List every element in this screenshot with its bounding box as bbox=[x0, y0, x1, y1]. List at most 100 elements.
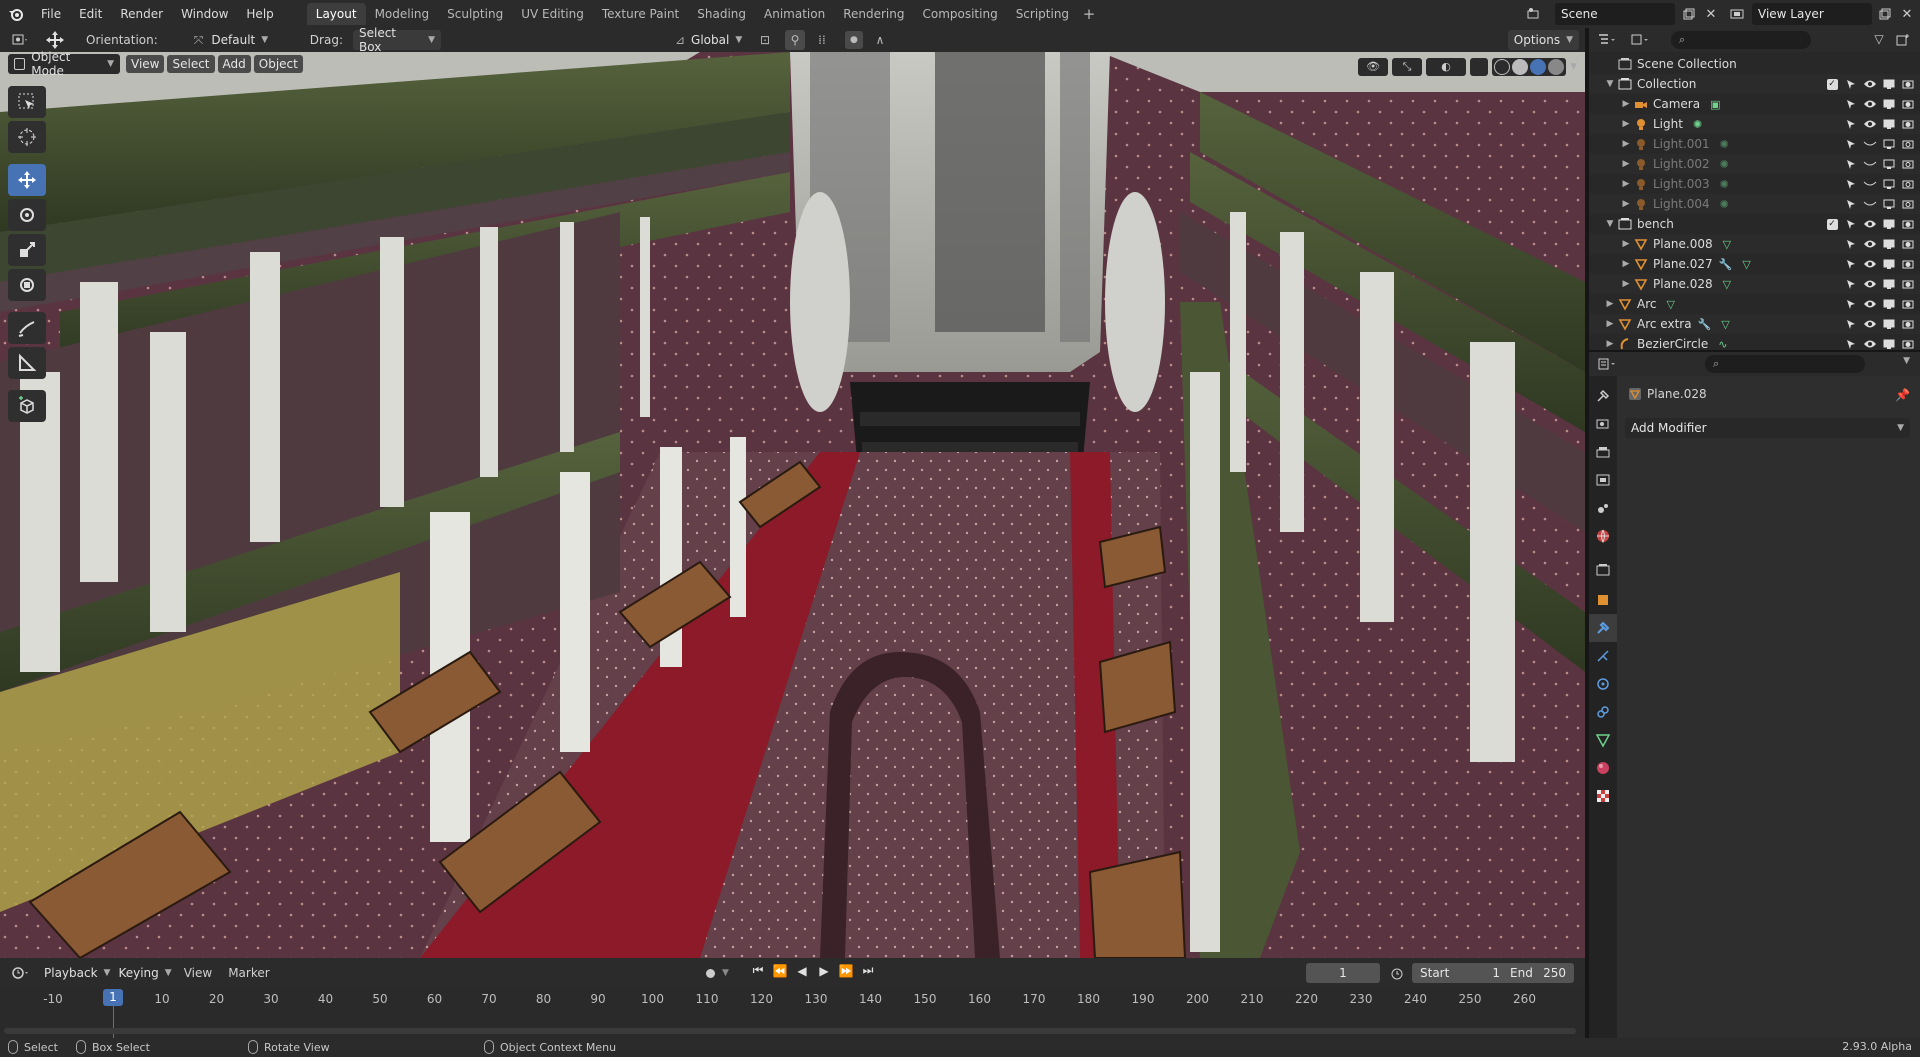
monitor-icon[interactable] bbox=[1881, 136, 1897, 152]
scene-field[interactable]: Scene bbox=[1555, 3, 1675, 25]
play-icon[interactable]: ▶ bbox=[814, 964, 834, 978]
view-layer-icon[interactable] bbox=[1726, 3, 1748, 25]
render-camera-icon[interactable] bbox=[1900, 176, 1916, 192]
light-data-icon[interactable]: ✺ bbox=[1720, 198, 1729, 211]
selectable-icon[interactable] bbox=[1843, 336, 1859, 350]
object-menu[interactable]: Object bbox=[253, 55, 303, 73]
selectable-icon[interactable] bbox=[1843, 276, 1859, 292]
eye-icon[interactable] bbox=[1862, 116, 1878, 132]
remove-view-layer-icon[interactable]: ✕ bbox=[1896, 3, 1918, 25]
monitor-icon[interactable] bbox=[1881, 176, 1897, 192]
snap-toggle-icon[interactable]: ⚲ bbox=[784, 30, 805, 50]
light-data-icon[interactable]: ✺ bbox=[1720, 138, 1729, 151]
eye-icon[interactable] bbox=[1862, 316, 1878, 332]
cursor-tool-icon[interactable] bbox=[8, 121, 46, 153]
preview-range-icon[interactable] bbox=[1388, 964, 1406, 982]
tab-layout[interactable]: Layout bbox=[306, 3, 366, 25]
outliner-row-plane-008[interactable]: ▶ Plane.008 ▽ bbox=[1589, 234, 1920, 254]
falloff-icon[interactable]: ∧ bbox=[867, 33, 893, 47]
transform-orientation-dropdown[interactable]: ⊿ Global ▼ bbox=[669, 30, 745, 50]
measure-tool-icon[interactable] bbox=[8, 347, 46, 379]
view-layer-field[interactable]: View Layer bbox=[1752, 3, 1872, 25]
selectable-icon[interactable] bbox=[1843, 96, 1859, 112]
expand-right-icon[interactable]: ▶ bbox=[1619, 259, 1633, 269]
outliner-row-arc-extra[interactable]: ▶ Arc extra 🔧 ▽ bbox=[1589, 314, 1920, 334]
world-tab-icon[interactable] bbox=[1589, 522, 1617, 550]
curve-data-icon[interactable]: ∿ bbox=[1718, 338, 1727, 351]
timeline-view-menu[interactable]: View bbox=[176, 966, 220, 980]
add-modifier-dropdown[interactable]: Add Modifier ▼ bbox=[1625, 418, 1910, 438]
end-frame-field[interactable]: End 250 bbox=[1502, 963, 1574, 983]
expand-right-icon[interactable]: ▶ bbox=[1603, 299, 1617, 309]
selectable-icon[interactable] bbox=[1843, 316, 1859, 332]
modifier-icon[interactable]: 🔧 bbox=[1719, 258, 1733, 271]
mesh-data-icon[interactable]: ▽ bbox=[1723, 278, 1731, 291]
eye-icon[interactable] bbox=[1862, 296, 1878, 312]
tab-rendering[interactable]: Rendering bbox=[834, 3, 913, 25]
render-camera-icon[interactable] bbox=[1900, 276, 1916, 292]
add-workspace-button[interactable]: + bbox=[1078, 5, 1100, 23]
outliner-row-light-002[interactable]: ▶ Light.002 ✺ bbox=[1589, 154, 1920, 174]
menu-file[interactable]: File bbox=[32, 0, 70, 28]
render-camera-icon[interactable] bbox=[1900, 76, 1916, 92]
expand-right-icon[interactable]: ▶ bbox=[1619, 139, 1633, 149]
monitor-icon[interactable] bbox=[1881, 316, 1897, 332]
monitor-icon[interactable] bbox=[1881, 116, 1897, 132]
expand-right-icon[interactable]: ▶ bbox=[1619, 159, 1633, 169]
collection-tab-icon[interactable] bbox=[1589, 556, 1617, 584]
transform-tool-icon[interactable] bbox=[8, 269, 46, 301]
expand-down-icon[interactable]: ▼ bbox=[1603, 219, 1617, 229]
light-data-icon[interactable]: ✺ bbox=[1720, 178, 1729, 191]
material-tab-icon[interactable] bbox=[1589, 754, 1617, 782]
eye-closed-icon[interactable] bbox=[1862, 196, 1878, 212]
outliner-row-arc[interactable]: ▶ Arc ▽ bbox=[1589, 294, 1920, 314]
object-tab-icon[interactable] bbox=[1589, 586, 1617, 614]
keying-menu[interactable]: Keying ▼ bbox=[114, 963, 175, 983]
playback-menu[interactable]: Playback ▼ bbox=[40, 963, 114, 983]
monitor-icon[interactable] bbox=[1881, 256, 1897, 272]
render-camera-icon[interactable] bbox=[1900, 196, 1916, 212]
render-camera-icon[interactable] bbox=[1900, 156, 1916, 172]
eye-closed-icon[interactable] bbox=[1862, 176, 1878, 192]
selectable-icon[interactable] bbox=[1843, 156, 1859, 172]
selectable-icon[interactable] bbox=[1843, 196, 1859, 212]
expand-right-icon[interactable]: ▶ bbox=[1619, 179, 1633, 189]
tab-texture-paint[interactable]: Texture Paint bbox=[593, 3, 688, 25]
menu-help[interactable]: Help bbox=[237, 0, 282, 28]
render-camera-icon[interactable] bbox=[1900, 316, 1916, 332]
physics-tab-icon[interactable] bbox=[1589, 670, 1617, 698]
chevron-down-icon[interactable]: ▼ bbox=[722, 968, 729, 978]
pivot-point-icon[interactable]: ⊡ bbox=[753, 33, 777, 47]
monitor-icon[interactable] bbox=[1881, 336, 1897, 350]
add-menu[interactable]: Add bbox=[217, 55, 251, 73]
selectable-icon[interactable] bbox=[1843, 116, 1859, 132]
selectable-icon[interactable] bbox=[1843, 76, 1859, 92]
remove-scene-icon[interactable]: ✕ bbox=[1700, 3, 1722, 25]
selectable-icon[interactable] bbox=[1843, 136, 1859, 152]
mesh-data-icon[interactable]: ▽ bbox=[1742, 258, 1750, 271]
outliner-row-collection[interactable]: ▼ Collection ✓ bbox=[1589, 74, 1920, 94]
tab-shading[interactable]: Shading bbox=[688, 3, 755, 25]
monitor-icon[interactable] bbox=[1881, 76, 1897, 92]
tab-uv-editing[interactable]: UV Editing bbox=[512, 3, 593, 25]
object-mode-dropdown[interactable]: Object Mode ▼ bbox=[8, 50, 120, 78]
timeline-editor-icon[interactable] bbox=[0, 966, 40, 980]
annotate-tool-icon[interactable] bbox=[8, 312, 46, 344]
jump-start-icon[interactable]: ⏮ bbox=[748, 963, 768, 978]
marker-menu[interactable]: Marker bbox=[220, 966, 277, 980]
render-camera-icon[interactable] bbox=[1900, 96, 1916, 112]
menu-render[interactable]: Render bbox=[111, 0, 172, 28]
mesh-data-icon[interactable]: ▽ bbox=[1721, 318, 1729, 331]
outliner-row-light-004[interactable]: ▶ Light.004 ✺ bbox=[1589, 194, 1920, 214]
tab-animation[interactable]: Animation bbox=[755, 3, 834, 25]
start-frame-field[interactable]: Start 1 bbox=[1412, 963, 1508, 983]
properties-search-input[interactable]: ⌕ bbox=[1705, 355, 1865, 373]
select-menu[interactable]: Select bbox=[167, 55, 215, 73]
pin-icon[interactable]: 📌 bbox=[1895, 388, 1910, 402]
outliner[interactable]: Scene Collection ▼ Collection ✓ ▶ Camera ▣ ▶ Li… bbox=[1589, 52, 1920, 350]
timeline-area[interactable]: -10 1 10 20 30 40 50 60 70 80 90 100 110 120 130 140 150… bbox=[0, 988, 1585, 1038]
current-frame-marker[interactable]: 1 bbox=[103, 989, 123, 1006]
monitor-icon[interactable] bbox=[1881, 96, 1897, 112]
expand-right-icon[interactable]: ▶ bbox=[1619, 99, 1633, 109]
render-camera-icon[interactable] bbox=[1900, 116, 1916, 132]
